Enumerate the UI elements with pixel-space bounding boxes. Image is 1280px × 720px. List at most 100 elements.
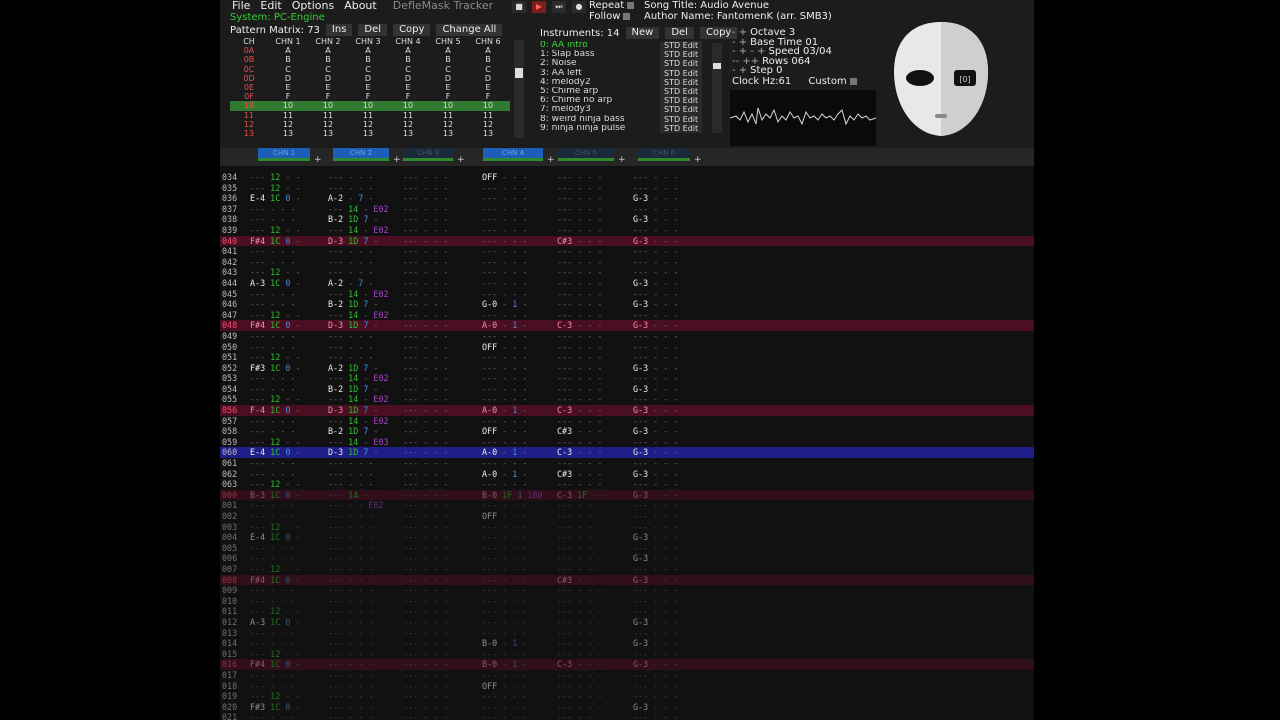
matrix-cell[interactable]: B: [268, 55, 308, 64]
instrument-item[interactable]: 0: AA intro STD Edit: [540, 41, 710, 51]
pattern-cell[interactable]: G-0 - 1 -: [482, 299, 527, 310]
instrument-scroll-thumb[interactable]: [713, 63, 721, 69]
matrix-cell[interactable]: D: [468, 74, 508, 83]
pattern-cell[interactable]: --- - - -: [482, 543, 527, 554]
matrix-cell[interactable]: B: [428, 55, 468, 64]
pattern-cell[interactable]: --- - - -: [482, 564, 527, 575]
pattern-cell[interactable]: G-3 - - -: [633, 532, 678, 543]
pattern-cell[interactable]: --- - - -: [633, 628, 678, 639]
matrix-cell[interactable]: F: [308, 92, 348, 101]
menu-edit[interactable]: Edit: [260, 0, 281, 12]
pattern-cell[interactable]: G-3 - - -: [633, 363, 678, 374]
pattern-cell[interactable]: --- - - -: [250, 331, 295, 342]
pattern-row[interactable]: 043 --- 12 - - --- - - - --- - - - --- - - -…: [220, 267, 1034, 278]
instrument-edit-button[interactable]: STD Edit: [660, 96, 703, 106]
pattern-cell[interactable]: --- - - -: [250, 638, 295, 649]
pattern-cell[interactable]: OFF - - -: [482, 172, 527, 183]
pattern-cell[interactable]: --- - - -: [482, 702, 527, 713]
pattern-cell[interactable]: C#3 - - -: [557, 469, 602, 480]
pattern-cell[interactable]: D-3 1D 7 -: [328, 405, 378, 416]
pattern-cell[interactable]: --- - - -: [633, 681, 678, 692]
pattern-cell[interactable]: --- - - -: [557, 606, 602, 617]
matrix-cell[interactable]: A: [308, 46, 348, 55]
pattern-cell[interactable]: E-4 1C 0 -: [250, 193, 300, 204]
pattern-cell[interactable]: --- - - -: [557, 373, 602, 384]
pattern-cell[interactable]: --- - - -: [557, 681, 602, 692]
pattern-cell[interactable]: --- - - -: [482, 310, 527, 321]
matrix-scrollbar[interactable]: [514, 40, 524, 138]
pattern-cell[interactable]: F#4 1C 0 -: [250, 659, 300, 670]
pattern-cell[interactable]: --- - - E02: [328, 500, 384, 511]
pattern-cell[interactable]: C-3 - - -: [557, 405, 602, 416]
pattern-cell[interactable]: --- - - -: [250, 426, 295, 437]
pattern-cell[interactable]: --- - - -: [633, 691, 678, 702]
pattern-cell[interactable]: --- - - -: [633, 670, 678, 681]
pattern-row[interactable]: 008 F#4 1C 0 - --- - - - --- - - - --- - - -…: [220, 574, 1034, 586]
pattern-cell[interactable]: --- - - -: [403, 331, 448, 342]
pattern-cell[interactable]: --- - - -: [328, 543, 373, 554]
pattern-cell[interactable]: --- - - -: [250, 596, 295, 607]
pattern-cell[interactable]: --- - - -: [557, 289, 602, 300]
pattern-cell[interactable]: --- - - -: [482, 183, 527, 194]
pattern-cell[interactable]: G-3 - - -: [633, 447, 678, 458]
pattern-cell[interactable]: --- - - -: [633, 511, 678, 522]
matrix-cell[interactable]: D: [308, 74, 348, 83]
pattern-cell[interactable]: D-3 1D 7 -: [328, 320, 378, 331]
matrix-cell[interactable]: 11: [428, 111, 468, 120]
pattern-row[interactable]: 053 --- - - - --- 14 - E02 --- - - - --- - -…: [220, 373, 1034, 384]
pattern-cell[interactable]: --- - - -: [482, 628, 527, 639]
pattern-row[interactable]: 058 --- - - - B-2 1D 7 - --- - - - OFF - - -…: [220, 426, 1034, 437]
pattern-cell[interactable]: --- - - -: [403, 437, 448, 448]
pattern-cell[interactable]: --- - - -: [557, 437, 602, 448]
matrix-cell[interactable]: B: [308, 55, 348, 64]
pattern-row[interactable]: 037 --- - - - --- 14 - E02 --- - - - --- - -…: [220, 204, 1034, 215]
pattern-cell[interactable]: --- - - -: [633, 437, 678, 448]
pattern-cell[interactable]: --- - - -: [482, 691, 527, 702]
pattern-row[interactable]: 034 --- 12 - - --- - - - --- - - - OFF - - -…: [220, 172, 1034, 183]
matrix-row[interactable]: 0E E E E E E E: [230, 83, 510, 92]
pattern-cell[interactable]: B-2 1D 7 -: [328, 384, 378, 395]
pattern-cell[interactable]: --- - - -: [403, 575, 448, 586]
pattern-cell[interactable]: --- - - -: [633, 342, 678, 353]
instrument-edit-button[interactable]: STD Edit: [660, 77, 703, 87]
pattern-cell[interactable]: --- - - -: [482, 384, 527, 395]
matrix-change-all-button[interactable]: Change All: [436, 24, 503, 36]
pattern-cell[interactable]: --- - - -: [557, 532, 602, 543]
matrix-row[interactable]: 0D D D D D D D: [230, 74, 510, 83]
pattern-cell[interactable]: --- 14 - E02: [328, 416, 389, 427]
pattern-cell[interactable]: --- - - -: [633, 564, 678, 575]
channel-tab-6[interactable]: CHN 6: [638, 148, 690, 158]
pattern-cell[interactable]: --- - - -: [482, 193, 527, 204]
pattern-cell[interactable]: --- - - -: [250, 416, 295, 427]
pattern-cell[interactable]: --- 14 - -: [328, 490, 378, 501]
pattern-cell[interactable]: --- - - -: [633, 458, 678, 469]
pattern-cell[interactable]: --- - - -: [482, 532, 527, 543]
channel-tab-4[interactable]: CHN 4: [483, 148, 543, 158]
pattern-cell[interactable]: --- - - -: [557, 384, 602, 395]
pattern-cell[interactable]: --- - - -: [403, 649, 448, 660]
pattern-row[interactable]: 000 B-3 1C 0 - --- 14 - - --- - - - B-0 1F 1…: [220, 489, 1034, 501]
channel-tab-3[interactable]: CHN 3: [403, 148, 453, 158]
pattern-cell[interactable]: OFF - - -: [482, 342, 527, 353]
pattern-cell[interactable]: --- - - -: [482, 363, 527, 374]
pattern-cell[interactable]: A-2 - 7 -: [328, 193, 373, 204]
matrix-cell[interactable]: E: [428, 83, 468, 92]
pattern-cell[interactable]: --- - - -: [557, 183, 602, 194]
pattern-cell[interactable]: A-2 1D 7 -: [328, 363, 378, 374]
pattern-cell[interactable]: --- - - -: [328, 532, 373, 543]
pattern-cell[interactable]: --- - - -: [482, 712, 527, 720]
pattern-cell[interactable]: --- - - -: [403, 585, 448, 596]
pattern-row[interactable]: 047 --- 12 - - --- 14 - E02 --- - - - --- - …: [220, 310, 1034, 321]
matrix-copy-button[interactable]: Copy: [393, 24, 431, 36]
pattern-cell[interactable]: --- - - -: [403, 352, 448, 363]
pattern-cell[interactable]: --- - - -: [328, 342, 373, 353]
pattern-cell[interactable]: --- - - -: [250, 458, 295, 469]
pattern-cell[interactable]: --- - - -: [250, 712, 295, 720]
pattern-row[interactable]: 048 F#4 1C 0 - D-3 1D 7 - --- - - - A-0 - 1 …: [220, 320, 1034, 331]
matrix-cell[interactable]: C: [308, 65, 348, 74]
matrix-cell[interactable]: 13: [308, 129, 348, 138]
pattern-row[interactable]: 046 --- - - - B-2 1D 7 - --- - - - G-0 - 1 -…: [220, 299, 1034, 310]
instrument-name[interactable]: 0: AA intro: [540, 41, 660, 50]
matrix-cell[interactable]: 10: [348, 101, 388, 110]
custom-checkbox[interactable]: [849, 77, 857, 85]
